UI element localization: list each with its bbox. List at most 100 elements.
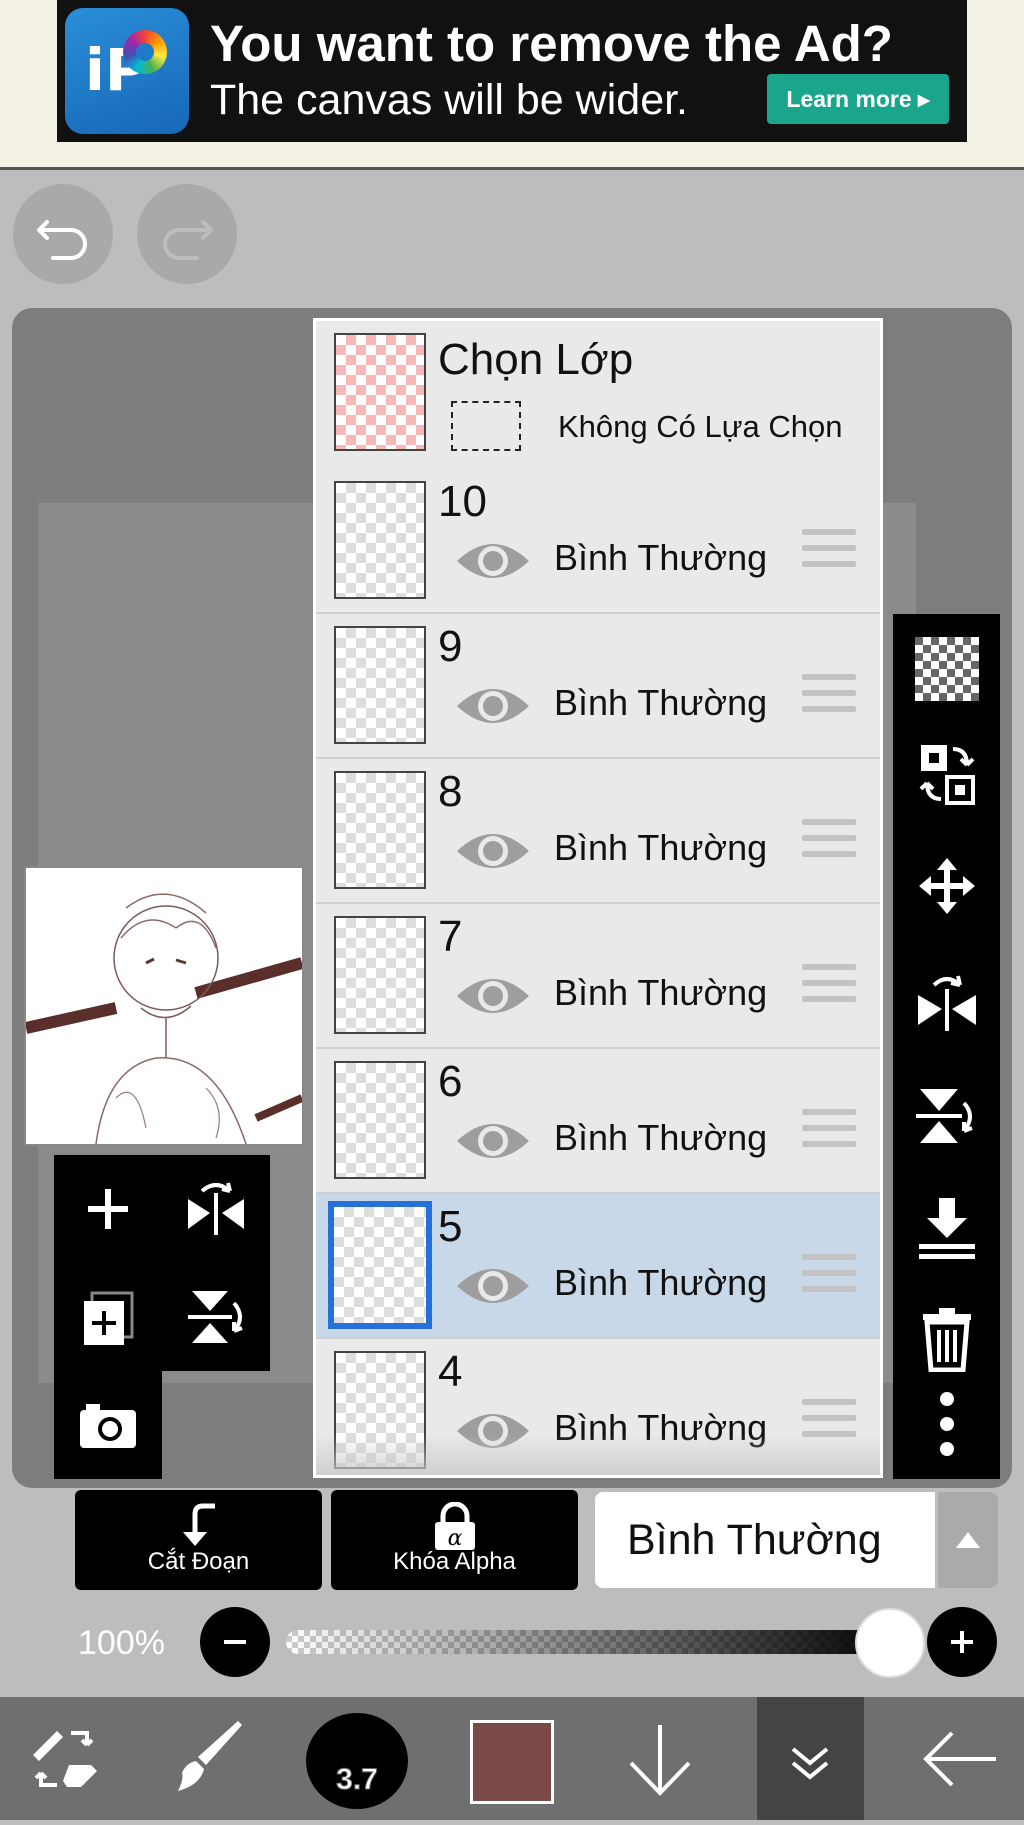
arrow-down-button[interactable] <box>615 1697 705 1820</box>
eye-icon[interactable] <box>454 825 532 882</box>
layer-row[interactable]: 8 Bình Thường <box>316 759 880 904</box>
flip-horizontal-button[interactable] <box>162 1155 270 1263</box>
layer-row[interactable]: 9 Bình Thường <box>316 614 880 759</box>
transparent-bg-icon <box>914 637 979 701</box>
brush-tool-button[interactable] <box>160 1697 260 1820</box>
triangle-up-icon <box>956 1532 980 1548</box>
selection-layer-row[interactable]: Chọn Lớp Không Có Lựa Chọn <box>316 321 880 471</box>
color-wheel-icon <box>123 30 167 74</box>
layer-name: 4 <box>438 1347 463 1396</box>
layer-name: 8 <box>438 767 463 816</box>
ad-banner[interactable]: iP You want to remove the Ad? The canvas… <box>57 0 967 142</box>
flip-vertical-button[interactable] <box>162 1263 270 1371</box>
move-button[interactable] <box>893 836 1000 936</box>
layer-thumbnail[interactable] <box>334 1061 426 1179</box>
opacity-slider-handle[interactable] <box>855 1608 925 1678</box>
layer-thumbnail[interactable] <box>334 916 426 1034</box>
drag-handle-icon[interactable] <box>802 819 856 867</box>
bottom-toolbar: 3.7 <box>0 1697 1024 1820</box>
move-icon <box>918 858 975 914</box>
layer-blend-mode: Bình Thường <box>554 827 768 868</box>
layer-blend-mode: Bình Thường <box>554 972 768 1013</box>
flip-horizontal-button[interactable] <box>893 952 1000 1052</box>
plus-icon <box>951 1631 973 1653</box>
clipping-button[interactable]: Cắt Đoạn <box>75 1490 322 1590</box>
transparent-bg-button[interactable] <box>893 619 1000 719</box>
tool-switch-button[interactable] <box>20 1697 110 1820</box>
layer-row[interactable]: 7 Bình Thường <box>316 904 880 1049</box>
layers-icon <box>791 1747 829 1780</box>
duplicate-layer-icon <box>84 1291 134 1345</box>
opacity-decrease-button[interactable] <box>200 1607 270 1677</box>
camera-button[interactable] <box>54 1371 162 1479</box>
eye-icon[interactable] <box>454 1260 532 1317</box>
more-icon <box>939 1392 954 1456</box>
flip-vertical-icon <box>915 1089 973 1143</box>
drag-handle-icon[interactable] <box>802 674 856 722</box>
layer-row[interactable]: 6 Bình Thường <box>316 1049 880 1194</box>
arrow-down-icon <box>629 1724 691 1796</box>
layer-row[interactable]: 5 Bình Thường <box>316 1194 880 1339</box>
brush-size-button[interactable]: 3.7 <box>306 1713 408 1809</box>
opacity-slider-track[interactable] <box>286 1630 898 1654</box>
clipping-arrow-icon <box>182 1503 215 1546</box>
flip-horizontal-icon <box>917 975 976 1031</box>
eye-icon[interactable] <box>454 535 532 592</box>
layer-thumbnail[interactable] <box>334 771 426 889</box>
layers-button[interactable] <box>757 1697 864 1820</box>
more-options-button[interactable] <box>893 1374 1000 1474</box>
svg-text:α: α <box>447 1526 462 1550</box>
alpha-lock-button[interactable]: α Khóa Alpha <box>331 1490 578 1590</box>
layer-thumbnail[interactable] <box>334 481 426 599</box>
layer-name: 10 <box>438 477 487 526</box>
layer-name: 5 <box>438 1202 463 1251</box>
opacity-value: 100% <box>78 1624 165 1662</box>
panel-scroll-fade <box>316 1435 880 1475</box>
brush-icon <box>178 1720 242 1791</box>
tool-switch-icon <box>33 1730 97 1787</box>
right-toolbar <box>893 614 1000 1479</box>
blend-mode-select[interactable]: Bình Thường <box>595 1492 935 1588</box>
add-layer-icon <box>88 1189 128 1229</box>
layer-blend-mode: Bình Thường <box>554 537 768 578</box>
eye-icon[interactable] <box>454 1115 532 1172</box>
clipping-label: Cắt Đoạn <box>147 1548 250 1575</box>
undo-button[interactable] <box>13 184 113 284</box>
undo-icon <box>37 220 87 260</box>
layer-panel: Chọn Lớp Không Có Lựa Chọn 10 Bình Thường… <box>313 318 883 1478</box>
eye-icon[interactable] <box>454 970 532 1027</box>
alpha-lock-icon: α <box>434 1502 475 1550</box>
flip-vertical-button[interactable] <box>893 1066 1000 1166</box>
learn-more-button[interactable]: Learn more ▸ <box>767 74 949 124</box>
back-button[interactable] <box>910 1697 1010 1820</box>
add-layer-button[interactable] <box>54 1155 162 1263</box>
camera-pad <box>54 1371 162 1479</box>
canvas-preview[interactable] <box>24 866 304 1146</box>
drag-handle-icon[interactable] <box>802 1254 856 1302</box>
opacity-increase-button[interactable] <box>927 1607 997 1677</box>
selection-marquee-icon <box>451 401 521 451</box>
layer-thumbnail[interactable] <box>334 626 426 744</box>
flip-horizontal-icon <box>188 1182 244 1235</box>
minus-icon <box>224 1640 246 1644</box>
trash-icon <box>922 1308 971 1372</box>
layer-name: 6 <box>438 1057 463 1106</box>
selection-status: Không Có Lựa Chọn <box>558 409 843 444</box>
flip-vertical-icon <box>188 1291 243 1343</box>
layer-row[interactable]: 10 Bình Thường <box>316 469 880 614</box>
layer-thumbnail[interactable] <box>328 1201 432 1329</box>
ad-divider <box>0 167 1024 170</box>
sketch-preview-image <box>26 893 302 1144</box>
back-arrow-icon <box>923 1731 996 1786</box>
drag-handle-icon[interactable] <box>802 1109 856 1157</box>
layer-name: 7 <box>438 912 463 961</box>
drag-handle-icon[interactable] <box>802 529 856 577</box>
redo-button[interactable] <box>137 184 237 284</box>
duplicate-layer-button[interactable] <box>54 1263 162 1371</box>
swap-layer-button[interactable] <box>893 724 1000 824</box>
merge-down-button[interactable] <box>893 1179 1000 1279</box>
eye-icon[interactable] <box>454 680 532 737</box>
blend-mode-dropdown-button[interactable] <box>938 1492 998 1588</box>
drag-handle-icon[interactable] <box>802 964 856 1012</box>
color-button[interactable] <box>470 1720 554 1804</box>
